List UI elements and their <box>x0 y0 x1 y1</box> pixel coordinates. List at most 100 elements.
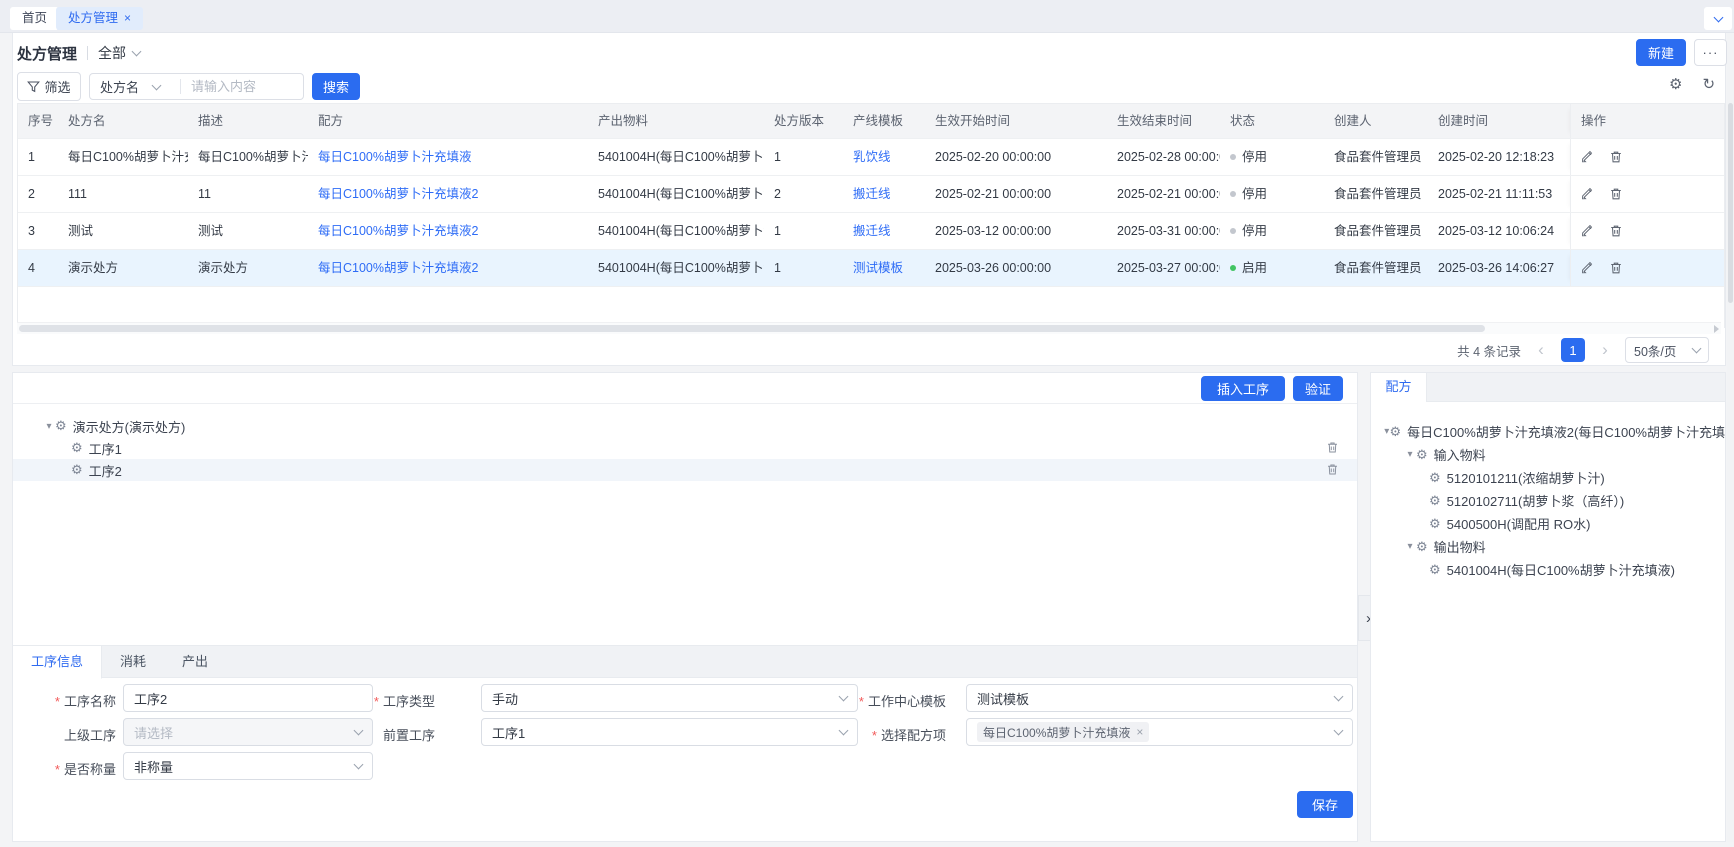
tree-node-step1[interactable]: ⚙ 工序1 <box>13 437 1357 459</box>
settings-icon[interactable]: ⚙ <box>1669 75 1682 93</box>
tag-remove-icon[interactable]: × <box>1136 725 1143 739</box>
weighing-select[interactable]: 非称量 <box>123 752 373 780</box>
cell-creator: 食品套件管理员 <box>1324 176 1428 212</box>
cell-created: 2025-03-12 10:06:24 <box>1428 213 1570 249</box>
refresh-icon[interactable]: ↻ <box>1702 75 1715 93</box>
search-field-select[interactable]: 处方名 <box>90 77 178 96</box>
delete-step-icon[interactable] <box>1326 463 1339 476</box>
table-row[interactable]: 3 测试 测试 每日C100%胡萝卜汁充填液2 5401004H(每日C100%… <box>18 213 1724 250</box>
tab-home-label: 首页 <box>22 11 47 25</box>
parent-step-select[interactable]: 请选择 <box>123 718 373 746</box>
scroll-right-arrow[interactable] <box>1714 325 1719 333</box>
horizontal-scrollbar[interactable] <box>17 322 1721 334</box>
chevron-down-icon[interactable] <box>132 47 142 57</box>
caret-down-icon[interactable]: ▾ <box>43 421 55 432</box>
chevron-down-icon <box>1334 692 1344 702</box>
delete-icon[interactable] <box>1609 187 1623 201</box>
cell-name: 每日C100%胡萝卜汁充... <box>58 139 188 175</box>
tab-recipe-management[interactable]: 处方管理× <box>56 7 143 30</box>
process-editor-panel: 插入工序 验证 ▾ ⚙ 演示处方(演示处方) ⚙ 工序1 ⚙ 工序2 工序信息 … <box>12 372 1358 842</box>
formula-link[interactable]: 每日C100%胡萝卜汁充填液 <box>318 150 472 164</box>
recipe-root-node[interactable]: ▾ ⚙ 每日C100%胡萝卜汁充填液2(每日C100%胡萝卜汁充填 <box>1371 420 1725 443</box>
more-actions-button[interactable]: ··· <box>1694 39 1727 66</box>
gear-icon: ⚙ <box>1416 539 1428 555</box>
work-center-label: 工作中心模板 <box>833 691 946 710</box>
validate-button[interactable]: 验证 <box>1293 376 1343 401</box>
cell-start: 2025-03-26 00:00:00 <box>925 250 1107 286</box>
step-type-value: 手动 <box>492 689 518 708</box>
funnel-icon <box>27 80 40 93</box>
cell-name: 测试 <box>58 213 188 249</box>
tree-node-label: 5120102711(胡萝卜浆（高纤）) <box>1447 491 1625 510</box>
tab-recipe[interactable]: 配方 <box>1371 373 1427 402</box>
caret-down-icon[interactable]: ▾ <box>1404 449 1416 460</box>
tab-output[interactable]: 产出 <box>164 646 226 679</box>
material-node[interactable]: ⚙ 5400500H(调配用 RO水) <box>1371 512 1725 535</box>
output-materials-node[interactable]: ▾ ⚙ 输出物料 <box>1371 535 1725 558</box>
tree-node-label: 每日C100%胡萝卜汁充填液2(每日C100%胡萝卜汁充填 <box>1407 422 1725 441</box>
divider <box>87 46 88 60</box>
recipe-table: 序号 处方名 描述 配方 产出物料 处方版本 产线模板 生效开始时间 生效结束时… <box>17 103 1725 328</box>
material-node[interactable]: ⚙ 5401004H(每日C100%胡萝卜汁充填液) <box>1371 558 1725 581</box>
current-page-button[interactable]: 1 <box>1561 338 1585 362</box>
step-name-input[interactable]: 工序2 <box>123 684 373 712</box>
edit-icon[interactable] <box>1581 261 1595 275</box>
formula-link[interactable]: 每日C100%胡萝卜汁充填液2 <box>318 187 478 201</box>
edit-icon[interactable] <box>1581 224 1595 238</box>
page-scrollbar-thumb[interactable] <box>1728 103 1733 303</box>
search-input[interactable] <box>189 78 303 95</box>
chevron-down-icon <box>152 80 162 90</box>
step-type-select[interactable]: 手动 <box>481 684 858 712</box>
tab-home[interactable]: 首页 <box>10 7 59 30</box>
page-scrollbar[interactable] <box>1727 33 1734 842</box>
caret-down-icon[interactable]: ▾ <box>1404 541 1416 552</box>
work-center-select[interactable]: 测试模板 <box>966 684 1353 712</box>
tab-list-dropdown-button[interactable] <box>1704 7 1732 30</box>
formula-link[interactable]: 每日C100%胡萝卜汁充填液2 <box>318 261 478 275</box>
table-row[interactable]: 2 111 11 每日C100%胡萝卜汁充填液2 5401004H(每日C100… <box>18 176 1724 213</box>
cell-created: 2025-03-26 14:06:27 <box>1428 250 1570 286</box>
save-button[interactable]: 保存 <box>1297 791 1353 818</box>
tab-close-icon[interactable]: × <box>124 11 131 25</box>
pre-step-select[interactable]: 工序1 <box>481 718 858 746</box>
next-page-button[interactable]: › <box>1593 338 1617 362</box>
edit-icon[interactable] <box>1581 187 1595 201</box>
tab-step-info[interactable]: 工序信息 <box>13 646 102 679</box>
col-creator: 创建人 <box>1324 104 1428 138</box>
tree-node-label: 工序1 <box>89 439 122 458</box>
new-button[interactable]: 新建 <box>1636 39 1686 66</box>
filter-button[interactable]: 筛选 <box>17 72 81 101</box>
status-dot <box>1230 265 1236 271</box>
material-node[interactable]: ⚙ 5120101211(浓缩胡萝卜汁) <box>1371 466 1725 489</box>
input-materials-node[interactable]: ▾ ⚙ 输入物料 <box>1371 443 1725 466</box>
delete-icon[interactable] <box>1609 224 1623 238</box>
gear-icon: ⚙ <box>71 462 83 478</box>
weighing-label: 是否称量 <box>23 759 116 778</box>
parent-step-label: 上级工序 <box>23 725 116 744</box>
delete-icon[interactable] <box>1609 261 1623 275</box>
scrollbar-thumb[interactable] <box>19 325 1485 332</box>
line-template-link[interactable]: 测试模板 <box>853 261 903 275</box>
divider <box>180 79 181 94</box>
line-template-link[interactable]: 搬迁线 <box>853 224 891 238</box>
search-button[interactable]: 搜索 <box>312 73 360 100</box>
table-row-selected[interactable]: 4 演示处方 演示处方 每日C100%胡萝卜汁充填液2 5401004H(每日C… <box>18 250 1724 287</box>
prev-page-button[interactable]: ‹ <box>1529 338 1553 362</box>
work-center-value: 测试模板 <box>977 689 1029 708</box>
material-node[interactable]: ⚙ 5120102711(胡萝卜浆（高纤）) <box>1371 489 1725 512</box>
gear-icon: ⚙ <box>71 440 83 456</box>
table-row[interactable]: 1 每日C100%胡萝卜汁充... 每日C100%胡萝卜汁... 每日C100%… <box>18 139 1724 176</box>
delete-icon[interactable] <box>1609 150 1623 164</box>
tab-consumption[interactable]: 消耗 <box>102 646 164 679</box>
page-size-select[interactable]: 50条/页 <box>1625 337 1709 363</box>
formula-link[interactable]: 每日C100%胡萝卜汁充填液2 <box>318 224 478 238</box>
recipe-item-multiselect[interactable]: 每日C100%胡萝卜汁充填液 × <box>966 718 1353 746</box>
tree-node-step2-selected[interactable]: ⚙ 工序2 <box>13 459 1357 481</box>
line-template-link[interactable]: 乳饮线 <box>853 150 891 164</box>
scope-select-value[interactable]: 全部 <box>98 43 126 63</box>
tree-node-root[interactable]: ▾ ⚙ 演示处方(演示处方) <box>13 415 1357 437</box>
line-template-link[interactable]: 搬迁线 <box>853 187 891 201</box>
insert-step-button[interactable]: 插入工序 <box>1201 376 1285 401</box>
delete-step-icon[interactable] <box>1326 441 1339 454</box>
edit-icon[interactable] <box>1581 150 1595 164</box>
